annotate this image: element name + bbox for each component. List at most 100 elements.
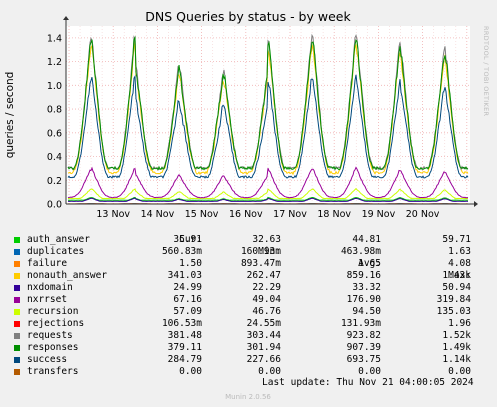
- legend-name: nonauth_answer: [27, 270, 108, 281]
- y-tick-label: 0.8: [47, 105, 62, 116]
- legend-row-nonauth_answer: nonauth_answer 341.03 262.47 859.16 1.43k: [14, 270, 488, 282]
- legend-name: failure: [27, 258, 68, 269]
- legend-cur: 0.00: [179, 366, 202, 377]
- legend-cur: 381.48: [167, 330, 202, 341]
- legend-max: 4.08: [448, 258, 471, 269]
- rrdtool-credit: RRDTOOL / TOBI OETIKER: [482, 26, 490, 116]
- chart-title: DNS Queries by status - by week: [145, 9, 351, 24]
- legend-row-failure: failure 1.50 893.47m 1.65 4.08: [14, 258, 488, 270]
- legend-min: 24.55m: [246, 318, 281, 329]
- legend-row-requests: requests 381.48 303.44 923.82 1.52k: [14, 330, 488, 342]
- legend-cur: 1.50: [179, 258, 202, 269]
- legend-name: transfers: [27, 366, 79, 377]
- x-tick-label: 13 Nov: [96, 209, 130, 220]
- x-tick-label: 15 Nov: [185, 209, 219, 220]
- legend-name: duplicates: [27, 246, 85, 257]
- legend-min: 32.63: [252, 234, 281, 245]
- legend-swatch: [14, 357, 20, 363]
- legend-cur: 106.53m: [161, 318, 202, 329]
- legend-cur: 57.09: [173, 306, 202, 317]
- legend-cur: 341.03: [167, 270, 202, 281]
- legend-min: 46.76: [252, 306, 281, 317]
- legend-swatch: [14, 345, 20, 351]
- legend-row-nxdomain: nxdomain 24.99 22.29 33.32 50.94: [14, 282, 488, 294]
- x-tick-label: 14 Nov: [141, 209, 175, 220]
- legend-row-duplicates: duplicates 560.83m 160.93m 463.98m 1.63: [14, 246, 488, 258]
- legend-name: requests: [27, 330, 73, 341]
- legend-row-nxrrset: nxrrset 67.16 49.04 176.90 319.84: [14, 294, 488, 306]
- y-tick-label: 0.0: [47, 200, 62, 211]
- legend-avg: 463.98m: [340, 246, 381, 257]
- legend-name: recursion: [27, 306, 79, 317]
- legend-name: success: [27, 354, 68, 365]
- legend-cur: 67.16: [173, 294, 202, 305]
- legend-header: Cur: Min: Avg: Max:: [14, 222, 488, 281]
- legend-avg: 1.65: [358, 258, 381, 269]
- legend-swatch: [14, 273, 20, 279]
- legend-max: 59.71: [442, 234, 471, 245]
- x-tick-label: 19 Nov: [362, 209, 396, 220]
- legend-max: 1.49k: [442, 342, 471, 353]
- legend-swatch: [14, 309, 20, 315]
- legend-swatch: [14, 369, 20, 375]
- legend-avg: 94.50: [352, 306, 381, 317]
- legend-avg: 923.82: [346, 330, 381, 341]
- legend-swatch: [14, 333, 20, 339]
- legend-avg: 907.39: [346, 342, 381, 353]
- legend-avg: 693.75: [346, 354, 381, 365]
- legend-name: auth_answer: [27, 234, 90, 245]
- legend-max: 50.94: [442, 282, 471, 293]
- y-tick-label: 1.2: [47, 57, 62, 68]
- legend-cur: 24.99: [173, 282, 202, 293]
- legend-avg: 44.81: [352, 234, 381, 245]
- legend-cur: 35.91: [173, 234, 202, 245]
- y-tick-label: 1.4: [47, 33, 62, 44]
- legend-name: responses: [27, 342, 79, 353]
- legend-min: 160.93m: [240, 246, 281, 257]
- legend-min: 303.44: [246, 330, 281, 341]
- legend-swatch: [14, 237, 20, 243]
- legend-avg: 176.90: [346, 294, 381, 305]
- legend-min: 262.47: [246, 270, 281, 281]
- y-tick-label: 0.6: [47, 128, 62, 139]
- legend-row-responses: responses 379.11 301.94 907.39 1.49k: [14, 342, 488, 354]
- y-tick-label: 0.2: [47, 176, 62, 187]
- legend-max: 1.52k: [442, 330, 471, 341]
- legend-max: 135.03: [436, 306, 471, 317]
- legend-name: rejections: [27, 318, 85, 329]
- legend-max: 1.96: [448, 318, 471, 329]
- legend-row-rejections: rejections 106.53m 24.55m 131.93m 1.96: [14, 318, 488, 330]
- legend-row-success: success 284.79 227.66 693.75 1.14k: [14, 354, 488, 366]
- legend-max: 1.63: [448, 246, 471, 257]
- legend-swatch: [14, 249, 20, 255]
- x-tick-label: 20 Nov: [406, 209, 440, 220]
- x-tick-label: 18 Nov: [317, 209, 351, 220]
- legend-min: 22.29: [252, 282, 281, 293]
- legend-swatch: [14, 261, 20, 267]
- y-tick-label: 1.0: [47, 81, 62, 92]
- legend-min: 301.94: [246, 342, 281, 353]
- legend: Cur: Min: Avg: Max: auth_answer 35.91 32.6…: [14, 222, 488, 378]
- legend-avg: 33.32: [352, 282, 381, 293]
- legend-name: nxdomain: [27, 282, 73, 293]
- legend-max: 1.43k: [442, 270, 471, 281]
- x-tick-label: 17 Nov: [273, 209, 307, 220]
- legend-min: 49.04: [252, 294, 281, 305]
- legend-min: 227.66: [246, 354, 281, 365]
- legend-avg: 131.93m: [340, 318, 381, 329]
- legend-max: 1.14k: [442, 354, 471, 365]
- legend-swatch: [14, 321, 20, 327]
- legend-cur: 379.11: [167, 342, 202, 353]
- y-tick-label: 0.4: [47, 152, 62, 163]
- munin-version: Munin 2.0.56: [225, 393, 271, 401]
- last-update: Last update: Thu Nov 21 04:00:05 2024: [262, 377, 474, 388]
- legend-min: 893.47m: [240, 258, 281, 269]
- legend-cur: 560.83m: [161, 246, 202, 257]
- legend-rows: auth_answer 35.91 32.63 44.81 59.71 duplicate…: [14, 234, 488, 378]
- x-axis-arrow: [474, 201, 478, 207]
- y-axis-label: queries / second: [4, 72, 16, 159]
- legend-swatch: [14, 285, 20, 291]
- legend-cur: 284.79: [167, 354, 202, 365]
- legend-swatch: [14, 297, 20, 303]
- legend-max: 319.84: [436, 294, 471, 305]
